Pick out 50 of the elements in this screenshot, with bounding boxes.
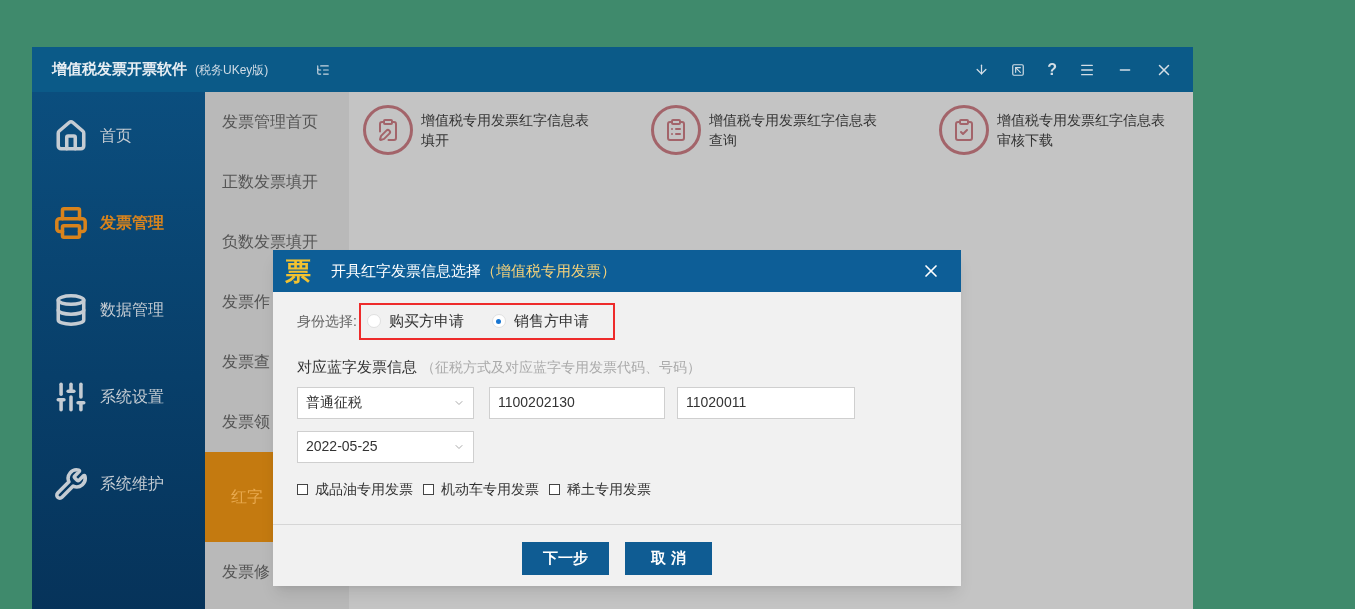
nav-item[interactable]: 首页	[32, 92, 205, 179]
tile-title: 增值税专用发票红字信息表	[421, 111, 589, 130]
edition-label: (税务UKey版)	[195, 61, 269, 79]
checkbox[interactable]	[549, 483, 560, 495]
radio-option[interactable]: 销售方申请	[491, 309, 589, 333]
tile-subtitle: 填开	[421, 131, 450, 150]
printer-icon	[54, 205, 88, 240]
app-logo: 票	[285, 258, 311, 284]
section-hint: （征税方式及对应蓝字专用发票代码、号码）	[421, 357, 701, 377]
list-icon[interactable]	[316, 62, 331, 77]
wrench-icon	[54, 466, 88, 501]
clipboard-pen-icon	[363, 105, 413, 155]
field-label: 身份选择:	[297, 311, 357, 331]
window-title: 增值税发票开票软件	[52, 59, 187, 80]
tile-subtitle: 查询	[709, 131, 738, 150]
dialog-title-note: （增值税专用发票）	[481, 260, 616, 281]
nav-item[interactable]: 系统设置	[32, 353, 205, 440]
function-tile[interactable]: 增值税专用发票红字信息表 查询	[651, 105, 901, 155]
checkbox-option[interactable]: 稀土专用发票	[549, 478, 651, 500]
dialog-button[interactable]: 取 消	[625, 541, 712, 575]
clipboard-check-icon	[939, 105, 989, 155]
dropdown-field[interactable]: 2022-05-25	[297, 430, 474, 463]
checkbox-option[interactable]: 成品油专用发票	[297, 478, 413, 500]
dialog-title: 开具红字发票信息选择	[331, 260, 481, 281]
house-icon	[54, 118, 88, 153]
section-label: 对应蓝字发票信息	[297, 357, 417, 377]
nav-item[interactable]: 系统维护	[32, 440, 205, 527]
function-tile[interactable]: 增值税专用发票红字信息表 填开	[363, 105, 613, 155]
radio-button[interactable]	[491, 314, 506, 328]
checkbox[interactable]	[423, 483, 434, 495]
tile-subtitle: 审核下载	[997, 131, 1054, 150]
tile-title: 增值税专用发票红字信息表	[997, 111, 1165, 130]
help-button[interactable]: ?	[1047, 57, 1057, 82]
database-icon	[54, 292, 88, 327]
checkbox-option[interactable]: 机动车专用发票	[423, 478, 539, 500]
radio-option[interactable]: 购买方申请	[366, 309, 464, 333]
download-icon[interactable]	[974, 62, 990, 77]
submenu-item[interactable]: 发票管理首页	[205, 92, 349, 152]
input-field[interactable]: 11020011	[677, 386, 855, 419]
dialog-button[interactable]: 下一步	[522, 541, 609, 575]
submenu-item[interactable]: 正数发票填开	[205, 152, 349, 212]
function-tile[interactable]: 增值税专用发票红字信息表 审核下载	[939, 105, 1189, 155]
input-field[interactable]: 1100202130	[489, 386, 665, 419]
nav-item[interactable]: 数据管理	[32, 266, 205, 353]
radio-button[interactable]	[366, 314, 381, 328]
restore-icon[interactable]	[1011, 62, 1026, 77]
tile-title: 增值税专用发票红字信息表	[709, 111, 877, 130]
clipboard-list-icon	[651, 105, 701, 155]
dropdown-field[interactable]: 普通征税	[297, 386, 474, 419]
checkbox[interactable]	[297, 483, 308, 495]
